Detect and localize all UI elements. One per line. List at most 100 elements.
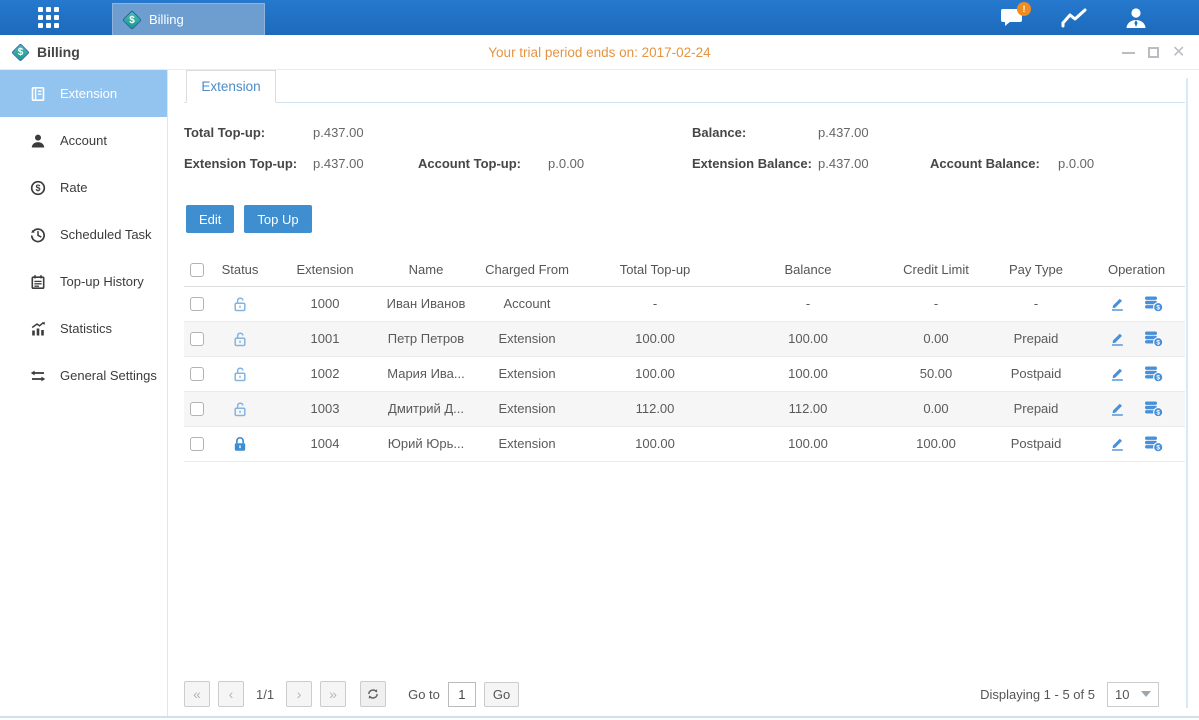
charged-from-cell: Extension [472,426,582,461]
column-header: Credit Limit [888,253,984,286]
edit-button[interactable]: Edit [186,205,234,233]
name-cell: Мария Ива... [380,356,472,391]
row-checkbox[interactable] [190,297,204,311]
first-page-button[interactable]: « [184,681,210,707]
pagination-bar: « ‹ 1/1 › » Go to Go Displaying 1 - 5 of… [184,675,1185,713]
total-topup-cell: 100.00 [582,426,728,461]
sidebar-item-label: Account [60,133,107,148]
extension-cell: 1002 [270,356,380,391]
row-checkbox[interactable] [190,402,204,416]
balance-cell: 100.00 [728,321,888,356]
account-balance-label: Account Balance: [930,156,1040,171]
billing-dollar-icon: $ [11,43,29,61]
sidebar-item-topup-history[interactable]: Top-up History [0,258,167,305]
goto-page-input[interactable] [448,682,476,707]
pay-type-cell: Postpaid [984,356,1088,391]
topup-row-icon[interactable]: $ [1144,435,1164,453]
svg-text:$: $ [1156,374,1160,381]
sidebar-item-account[interactable]: Account [0,117,167,164]
row-checkbox[interactable] [190,437,204,451]
user-account-icon[interactable] [1119,5,1153,31]
total-topup-cell: 100.00 [582,356,728,391]
prev-page-button[interactable]: ‹ [218,681,244,707]
window-titlebar: $ Billing Your trial period ends on: 201… [0,35,1199,70]
top-up-button[interactable]: Top Up [244,205,311,233]
table-row: 1001 Петр Петров Extension 100.00 100.00… [184,321,1185,356]
extension-cell: 1004 [270,426,380,461]
maximize-icon[interactable] [1147,46,1160,59]
balance-cell: 112.00 [728,391,888,426]
topup-row-icon[interactable]: $ [1144,330,1164,348]
content-tabbar: Extension [184,70,1185,103]
sidebar-item-scheduled-task[interactable]: Scheduled Task [0,211,167,258]
total-topup-value: p.437.00 [313,125,364,140]
edit-row-icon[interactable] [1109,330,1126,347]
name-cell: Юрий Юрь... [380,426,472,461]
go-button[interactable]: Go [484,682,519,707]
table-row: 1000 Иван Иванов Account - - - - $ [184,286,1185,321]
close-icon[interactable]: ✕ [1172,46,1185,59]
row-checkbox[interactable] [190,332,204,346]
select-all-checkbox[interactable] [190,263,204,277]
topup-row-icon[interactable]: $ [1144,295,1164,313]
refresh-button[interactable] [360,681,386,707]
billing-dollar-icon: $ [122,10,142,30]
table-header: StatusExtensionNameCharged FromTotal Top… [184,253,1185,286]
minimize-icon[interactable] [1122,46,1135,59]
general-settings-sliders-icon [30,368,46,384]
row-checkbox[interactable] [190,367,204,381]
tab-extension[interactable]: Extension [186,70,276,103]
extension-cell: 1003 [270,391,380,426]
sidebar-item-label: Extension [60,86,117,101]
topup-row-icon[interactable]: $ [1144,365,1164,383]
charged-from-cell: Extension [472,391,582,426]
pay-type-cell: Prepaid [984,321,1088,356]
topup-row-icon[interactable]: $ [1144,400,1164,418]
total-topup-cell: 100.00 [582,321,728,356]
sidebar-item-label: Top-up History [60,274,144,289]
credit-limit-cell: 0.00 [888,391,984,426]
billing-app-tab[interactable]: $ Billing [112,3,265,35]
reports-chart-icon[interactable] [1057,5,1091,31]
status-lock-icon [231,435,249,453]
charged-from-cell: Account [472,286,582,321]
next-page-button[interactable]: › [286,681,312,707]
edit-row-icon[interactable] [1109,400,1126,417]
account-topup-value: p.0.00 [548,156,584,171]
status-lock-icon [231,365,249,383]
svg-text:$: $ [35,183,40,193]
topup-history-calendar-icon [30,274,46,290]
column-header: Name [380,253,472,286]
table-row: 1002 Мария Ива... Extension 100.00 100.0… [184,356,1185,391]
status-lock-icon [231,295,249,313]
sidebar-item-extension[interactable]: Extension [0,70,167,117]
account-topup-label: Account Top-up: [418,156,521,171]
app-grid-icon[interactable] [38,7,60,29]
name-cell: Иван Иванов [380,286,472,321]
extension-topup-label: Extension Top-up: [184,156,297,171]
goto-label: Go to [408,687,440,702]
rate-dollar-icon: $ [30,180,46,196]
trial-period-notice: Your trial period ends on: 2017-02-24 [0,45,1199,60]
svg-text:$: $ [1156,444,1160,451]
page-size-dropdown[interactable]: 10 [1107,682,1159,707]
balance-cell: - [728,286,888,321]
sidebar-item-statistics[interactable]: Statistics [0,305,167,352]
sidebar-item-rate[interactable]: $ Rate [0,164,167,211]
sidebar-item-label: General Settings [60,368,157,383]
messages-icon[interactable]: ! [995,5,1029,31]
edit-row-icon[interactable] [1109,365,1126,382]
sidebar-item-general-settings[interactable]: General Settings [0,352,167,399]
pay-type-cell: Postpaid [984,426,1088,461]
status-lock-icon [231,330,249,348]
page-indicator: 1/1 [256,687,274,702]
table-row: 1004 Юрий Юрь... Extension 100.00 100.00… [184,426,1185,461]
refresh-icon [366,687,380,701]
edit-row-icon[interactable] [1109,435,1126,452]
total-topup-cell: - [582,286,728,321]
sidebar-item-label: Statistics [60,321,112,336]
last-page-button[interactable]: » [320,681,346,707]
svg-text:$: $ [1156,339,1160,346]
extension-balance-value: p.437.00 [818,156,869,171]
edit-row-icon[interactable] [1109,295,1126,312]
